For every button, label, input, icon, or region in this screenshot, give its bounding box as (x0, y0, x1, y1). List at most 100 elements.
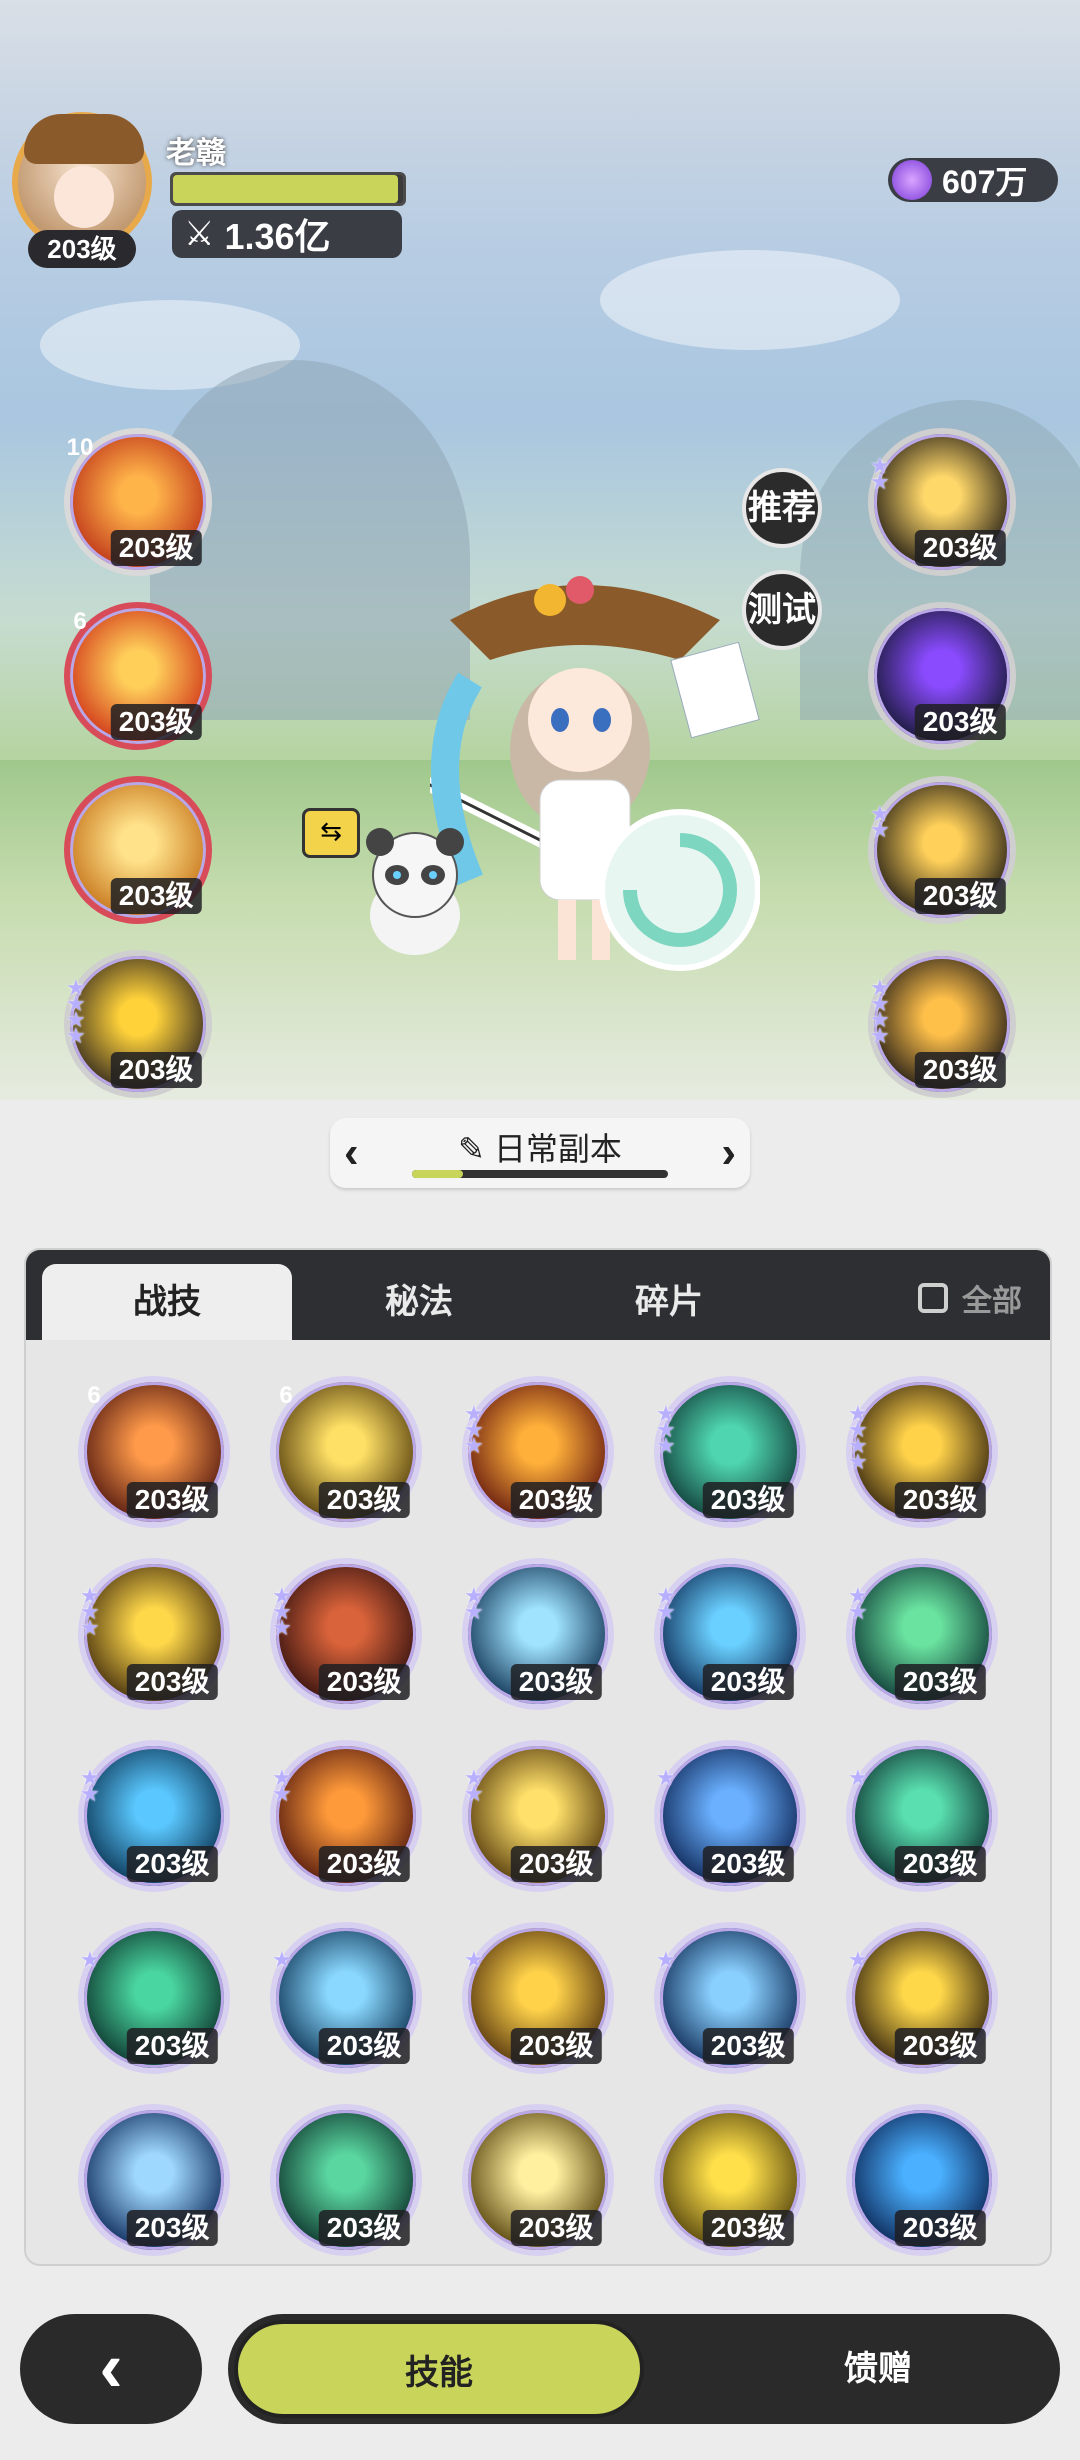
star-count-badge: 6 (74, 1370, 115, 1416)
skill-level-label: 203级 (318, 1846, 410, 1882)
tab-secret-arts[interactable]: 秘法 (294, 1264, 544, 1340)
star-rating: ★ (80, 1947, 100, 1972)
star-icon: ★ (66, 1023, 86, 1048)
skill-icon-button[interactable]: 203级 ★ ★ ★ (78, 1558, 230, 1710)
show-all-checkbox[interactable] (918, 1283, 948, 1313)
star-rating: ★ ★ ★ ★ (66, 977, 86, 1048)
skill-icon-button[interactable]: 203级 (868, 602, 1016, 750)
star-rating: ★ ★ (870, 455, 890, 493)
skill-level-label: 203级 (914, 530, 1006, 566)
skill-icon-button[interactable]: 203级 (270, 2104, 422, 2256)
combat-power-display: ⚔ 1.36亿 (172, 210, 402, 258)
skill-level-label: 203级 (702, 1846, 794, 1882)
skill-level-label: 203级 (510, 1482, 602, 1518)
skill-level-label: 203级 (126, 2028, 218, 2064)
next-arrow-icon[interactable]: › (721, 1128, 736, 1178)
star-icon: ★ (848, 1947, 868, 1972)
purple-gem-icon (892, 160, 932, 200)
star-count-badge: 6 (266, 1370, 307, 1416)
skill-level-label: 203级 (914, 704, 1006, 740)
edit-pencil-icon: ✎ (458, 1131, 485, 1167)
skill-icon-button[interactable]: 203级 ★ ★ ★ (654, 1376, 806, 1528)
skill-level-label: 203级 (894, 2028, 986, 2064)
skill-icon-button[interactable]: 203级 ★ ★ (462, 1740, 614, 1892)
bottom-tab-bar: 技能 馈赠 (228, 2314, 1060, 2424)
star-icon: ★ (464, 1947, 484, 1972)
skill-icon-button[interactable]: 203级 (654, 2104, 806, 2256)
skill-level-label: 203级 (894, 1664, 986, 1700)
skill-icon-button[interactable]: 203级 6 (266, 1370, 422, 1528)
skill-icon-button[interactable]: 203级 ★ (654, 1740, 806, 1892)
star-icon: ★ (272, 1947, 292, 1972)
star-rating: ★ (848, 1947, 868, 1972)
skill-icon-button[interactable]: 203级 (462, 2104, 614, 2256)
skill-icon-button[interactable]: 203级 6 (74, 1370, 230, 1528)
skill-panel: 战技 秘法 碎片 全部 203级6203级6203级★★★203级★★★203级… (24, 1248, 1052, 2266)
tab-skills[interactable]: 技能 (234, 2320, 644, 2418)
skill-icon-button[interactable]: 203级 ★ ★ (868, 428, 1016, 576)
star-rating: ★ (272, 1947, 292, 1972)
skill-icon-button[interactable]: 203级 ★ (846, 1922, 998, 2074)
skill-icon-button[interactable]: 203级 ★ ★ ★ ★ (868, 950, 1016, 1098)
currency-display[interactable]: 607万 (888, 158, 1058, 202)
skill-icon-button[interactable]: 203级 ★ ★ (462, 1558, 614, 1710)
tab-combat-skills[interactable]: 战技 (42, 1264, 292, 1340)
player-hp-fill (173, 175, 399, 203)
star-rating: ★ ★ (656, 1585, 676, 1623)
star-icon: ★ (80, 1947, 100, 1972)
skill-level-label: 203级 (510, 1664, 602, 1700)
skill-icon-button[interactable]: 203级 ★ (462, 1922, 614, 2074)
star-rating: ★ ★ (464, 1585, 484, 1623)
back-button[interactable]: ‹ (20, 2314, 202, 2424)
skill-level-label: 203级 (702, 1482, 794, 1518)
skill-level-label: 203级 (110, 878, 202, 914)
star-icon: ★ (848, 1449, 868, 1474)
star-icon: ★ (272, 1781, 292, 1806)
skill-level-label: 203级 (510, 1846, 602, 1882)
tab-gifts[interactable]: 馈赠 (748, 2314, 1008, 2424)
player-character (430, 576, 760, 971)
skill-icon-button[interactable]: 203级 (846, 2104, 998, 2256)
player-level-badge: 203级 (28, 230, 136, 268)
skill-icon-button[interactable]: 203级 (64, 776, 212, 924)
recommend-button[interactable]: 推荐 (742, 468, 822, 548)
skill-icon-button[interactable]: 203级 ★ ★ ★ ★ (64, 950, 212, 1098)
skill-icon-button[interactable]: 203级 ★ (78, 1922, 230, 2074)
skill-icon-button[interactable]: 203级 ★ ★ (270, 1740, 422, 1892)
skill-level-label: 203级 (318, 1664, 410, 1700)
swap-pet-icon[interactable]: ⇆ (302, 808, 360, 858)
tab-fragments[interactable]: 碎片 (544, 1264, 794, 1340)
skill-level-label: 203级 (126, 1664, 218, 1700)
star-icon: ★ (848, 1765, 868, 1790)
star-icon: ★ (464, 1781, 484, 1806)
skill-icon-button[interactable]: 203级 6 (60, 596, 212, 750)
star-icon: ★ (656, 1433, 676, 1458)
skill-level-label: 203级 (914, 1052, 1006, 1088)
skill-icon-button[interactable]: 203级 ★ (654, 1922, 806, 2074)
skill-level-label: 203级 (126, 1846, 218, 1882)
skill-icon-button[interactable]: 203级 ★ ★ ★ ★ (846, 1376, 998, 1528)
skill-level-label: 203级 (318, 2028, 410, 2064)
star-rating: ★ ★ (80, 1767, 100, 1805)
star-rating: ★ (848, 1765, 868, 1790)
show-all-toggle[interactable]: 全部 (918, 1276, 1022, 1320)
star-icon: ★ (870, 1023, 890, 1048)
skill-level-label: 203级 (894, 2210, 986, 2246)
skill-icon-button[interactable]: 203级 ★ ★ ★ (462, 1376, 614, 1528)
skill-icon-button[interactable]: 203级 ★ ★ (846, 1558, 998, 1710)
player-name: 老赣 (166, 137, 226, 170)
skill-level-label: 203级 (702, 1664, 794, 1700)
skill-icon-button[interactable]: 203级 ★ (270, 1922, 422, 2074)
star-rating: ★ ★ ★ (656, 1403, 676, 1458)
star-rating: ★ (656, 1949, 676, 1971)
star-icon: ★ (870, 817, 890, 842)
skill-icon-button[interactable]: 203级 10 (60, 422, 212, 576)
skill-level-label: 203级 (318, 1482, 410, 1518)
skill-level-label: 203级 (894, 1482, 986, 1518)
skill-icon-button[interactable]: 203级 ★ ★ ★ (270, 1558, 422, 1710)
skill-icon-button[interactable]: 203级 ★ ★ (868, 776, 1016, 924)
skill-icon-button[interactable]: 203级 (78, 2104, 230, 2256)
skill-icon-button[interactable]: 203级 ★ ★ (78, 1740, 230, 1892)
skill-icon-button[interactable]: 203级 ★ (846, 1740, 998, 1892)
skill-icon-button[interactable]: 203级 ★ ★ (654, 1558, 806, 1710)
